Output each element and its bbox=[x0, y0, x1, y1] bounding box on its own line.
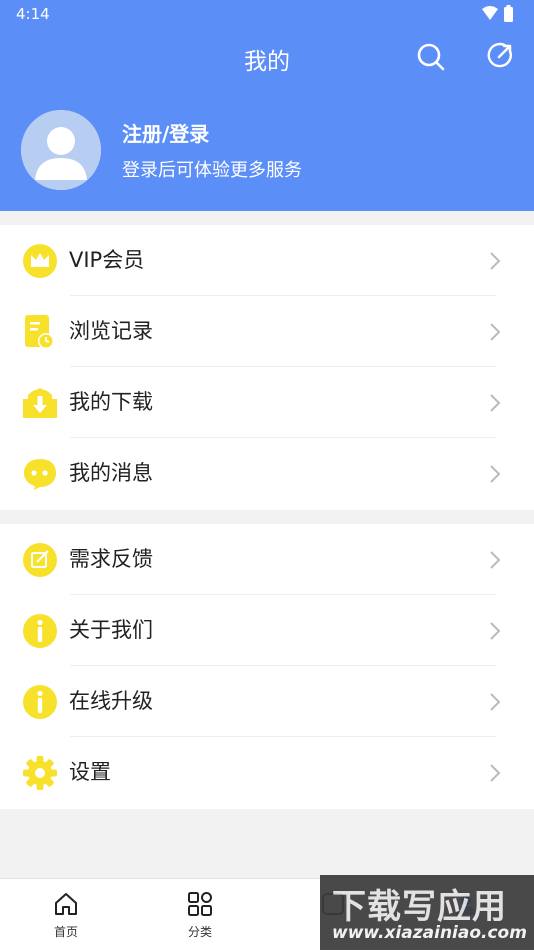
share-icon[interactable] bbox=[485, 42, 515, 72]
chevron-right-icon bbox=[488, 250, 502, 272]
menu-item-label: 浏览记录 bbox=[69, 319, 153, 343]
menu-item-label: 关于我们 bbox=[69, 618, 153, 642]
watermark-url: www.xiazainiao.com bbox=[332, 923, 527, 943]
feedback-icon bbox=[22, 542, 58, 578]
chevron-right-icon bbox=[488, 549, 502, 571]
menu-item-feedback[interactable]: 需求反馈 bbox=[0, 524, 534, 595]
login-title[interactable]: 注册/登录 bbox=[122, 118, 209, 147]
battery-icon bbox=[504, 7, 513, 22]
chevron-right-icon bbox=[488, 762, 502, 784]
menu-item-downloads[interactable]: 我的下载 bbox=[0, 367, 534, 438]
download-icon bbox=[22, 385, 58, 421]
chevron-right-icon bbox=[488, 321, 502, 343]
menu-item-label: 我的消息 bbox=[69, 461, 153, 485]
chevron-right-icon bbox=[488, 691, 502, 713]
category-icon bbox=[188, 892, 212, 916]
watermark: 下载写应用 www.xiazainiao.com bbox=[320, 875, 534, 950]
menu-item-label: 在线升级 bbox=[69, 689, 153, 713]
message-icon bbox=[22, 456, 58, 492]
menu-item-label: VIP会员 bbox=[69, 248, 145, 272]
search-icon[interactable] bbox=[416, 42, 446, 72]
info-icon bbox=[22, 613, 58, 649]
home-icon bbox=[55, 893, 77, 915]
tab-label: 首页 bbox=[53, 925, 78, 939]
menu-item-settings[interactable]: 设置 bbox=[0, 737, 534, 808]
history-icon bbox=[22, 314, 58, 350]
chevron-right-icon bbox=[488, 620, 502, 642]
watermark-text: 下载写应用 bbox=[332, 887, 507, 927]
wifi-icon bbox=[482, 6, 498, 20]
menu-item-label: 设置 bbox=[69, 760, 111, 784]
avatar-icon bbox=[21, 110, 101, 190]
menu-item-about[interactable]: 关于我们 bbox=[0, 595, 534, 666]
tab-label: 分类 bbox=[187, 925, 212, 939]
profile-header: 4:14 我的 注册/登录 登录后可体验更多服务 bbox=[0, 0, 534, 211]
tab-home[interactable]: 首页 bbox=[31, 879, 101, 951]
avatar[interactable] bbox=[21, 110, 101, 190]
menu-group-1: VIP会员 浏览记录 我的下载 我的消息 bbox=[0, 225, 534, 510]
gear-icon bbox=[22, 755, 58, 791]
menu-item-label: 我的下载 bbox=[69, 390, 153, 414]
status-time: 4:14 bbox=[16, 5, 50, 23]
chevron-right-icon bbox=[488, 392, 502, 414]
menu-item-vip[interactable]: VIP会员 bbox=[0, 225, 534, 296]
menu-group-2: 需求反馈 关于我们 在线升级 设置 bbox=[0, 524, 534, 809]
status-bar: 4:14 bbox=[0, 0, 534, 28]
tab-category[interactable]: 分类 bbox=[165, 879, 235, 951]
menu-item-upgrade[interactable]: 在线升级 bbox=[0, 666, 534, 737]
page-title: 我的 bbox=[244, 49, 290, 75]
crown-icon bbox=[22, 243, 58, 279]
menu-item-history[interactable]: 浏览记录 bbox=[0, 296, 534, 367]
status-icons bbox=[480, 5, 520, 23]
menu-item-label: 需求反馈 bbox=[69, 547, 153, 571]
info-icon bbox=[22, 684, 58, 720]
login-subtitle: 登录后可体验更多服务 bbox=[122, 160, 302, 181]
chevron-right-icon bbox=[488, 463, 502, 485]
menu-item-messages[interactable]: 我的消息 bbox=[0, 438, 534, 509]
